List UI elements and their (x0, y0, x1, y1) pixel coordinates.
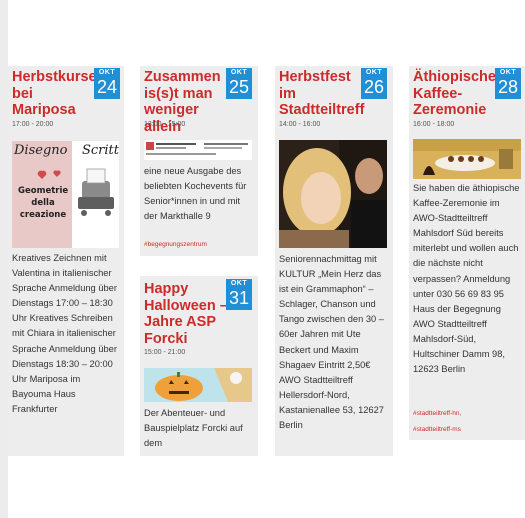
coffee-ceremony-photo (413, 139, 521, 179)
event-month: OKT (365, 69, 383, 76)
event-day: 25 (228, 77, 250, 97)
flyer-thumbnail (144, 140, 252, 160)
event-date-badge: OKT 28 (495, 68, 521, 99)
event-day: 28 (497, 77, 519, 97)
portrait-photo (279, 140, 387, 248)
event-title[interactable]: Äthiopische Kaffee-Zeremonie (413, 69, 497, 119)
event-month: OKT (230, 69, 248, 76)
event-tag[interactable]: #stadtteiltreff-ms (413, 423, 461, 437)
event-month: OKT (98, 69, 116, 76)
event-title[interactable]: Herbstkurse bei Mariposa (12, 69, 97, 119)
event-card-herbstfest[interactable]: Herbstfest im Stadtteiltreff OKT 26 14:0… (275, 66, 393, 456)
pumpkin-illustration (144, 368, 252, 402)
event-time: 13:00 - 15:00 (144, 121, 186, 128)
event-card-zusammen[interactable]: Zusammen is(s)t man weniger allein OKT 2… (140, 66, 258, 256)
event-image[interactable] (413, 139, 521, 179)
event-description: eine neue Ausgabe des beliebten Kocheven… (144, 166, 247, 222)
event-card-kaffee[interactable]: Äthiopische Kaffee-Zeremonie OKT 28 16:0… (409, 66, 525, 440)
event-date-badge: OKT 31 (226, 279, 252, 310)
event-image[interactable]: Disegno Scrittura Geometrie della creazi… (12, 141, 119, 248)
event-image[interactable] (144, 140, 252, 160)
event-description: Seniorennachmittag mit KULTUR „Mein Herz… (279, 254, 384, 431)
page: Herbstkurse bei Mariposa OKT 24 17:00 - … (0, 0, 525, 518)
event-description: Der Abenteuer- und Bauspielplatz Forcki … (144, 408, 243, 449)
event-tag[interactable]: #stadtteiltreff-hn, (413, 407, 461, 421)
event-card-halloween[interactable]: Happy Halloween – 30 Jahre ASP Forcki OK… (140, 276, 258, 456)
event-date-badge: OKT 24 (94, 68, 120, 99)
image-text-disegno: Disegno (14, 143, 68, 158)
side-panel (0, 0, 8, 518)
event-card-herbstkurse[interactable]: Herbstkurse bei Mariposa OKT 24 17:00 - … (8, 66, 124, 456)
image-text-scrittura: Scrittura (82, 143, 119, 158)
event-time: 14:00 - 16:00 (279, 121, 321, 128)
event-tag[interactable]: #begegnungszentrum (144, 238, 207, 252)
event-time: 15:00 - 21:00 (144, 349, 186, 356)
event-month: OKT (230, 280, 248, 287)
event-month: OKT (499, 69, 517, 76)
image-text-geometrie: Geometrie della creazione (18, 186, 69, 220)
event-title[interactable]: Herbstfest im Stadtteiltreff (279, 69, 364, 119)
event-date-badge: OKT 26 (361, 68, 387, 99)
event-image[interactable] (279, 140, 387, 248)
event-description: Sie haben die äthiopische Kaffee-Zeremon… (413, 183, 520, 375)
event-day: 24 (96, 77, 118, 97)
event-description: Kreatives Zeichnen mit Valentina in ital… (12, 253, 117, 414)
event-time: 17:00 - 20:00 (12, 121, 54, 128)
event-image[interactable] (144, 368, 252, 402)
event-day: 26 (363, 77, 385, 97)
event-time: 16:00 - 18:00 (413, 121, 455, 128)
event-date-badge: OKT 25 (226, 68, 252, 99)
event-day: 31 (228, 288, 250, 308)
